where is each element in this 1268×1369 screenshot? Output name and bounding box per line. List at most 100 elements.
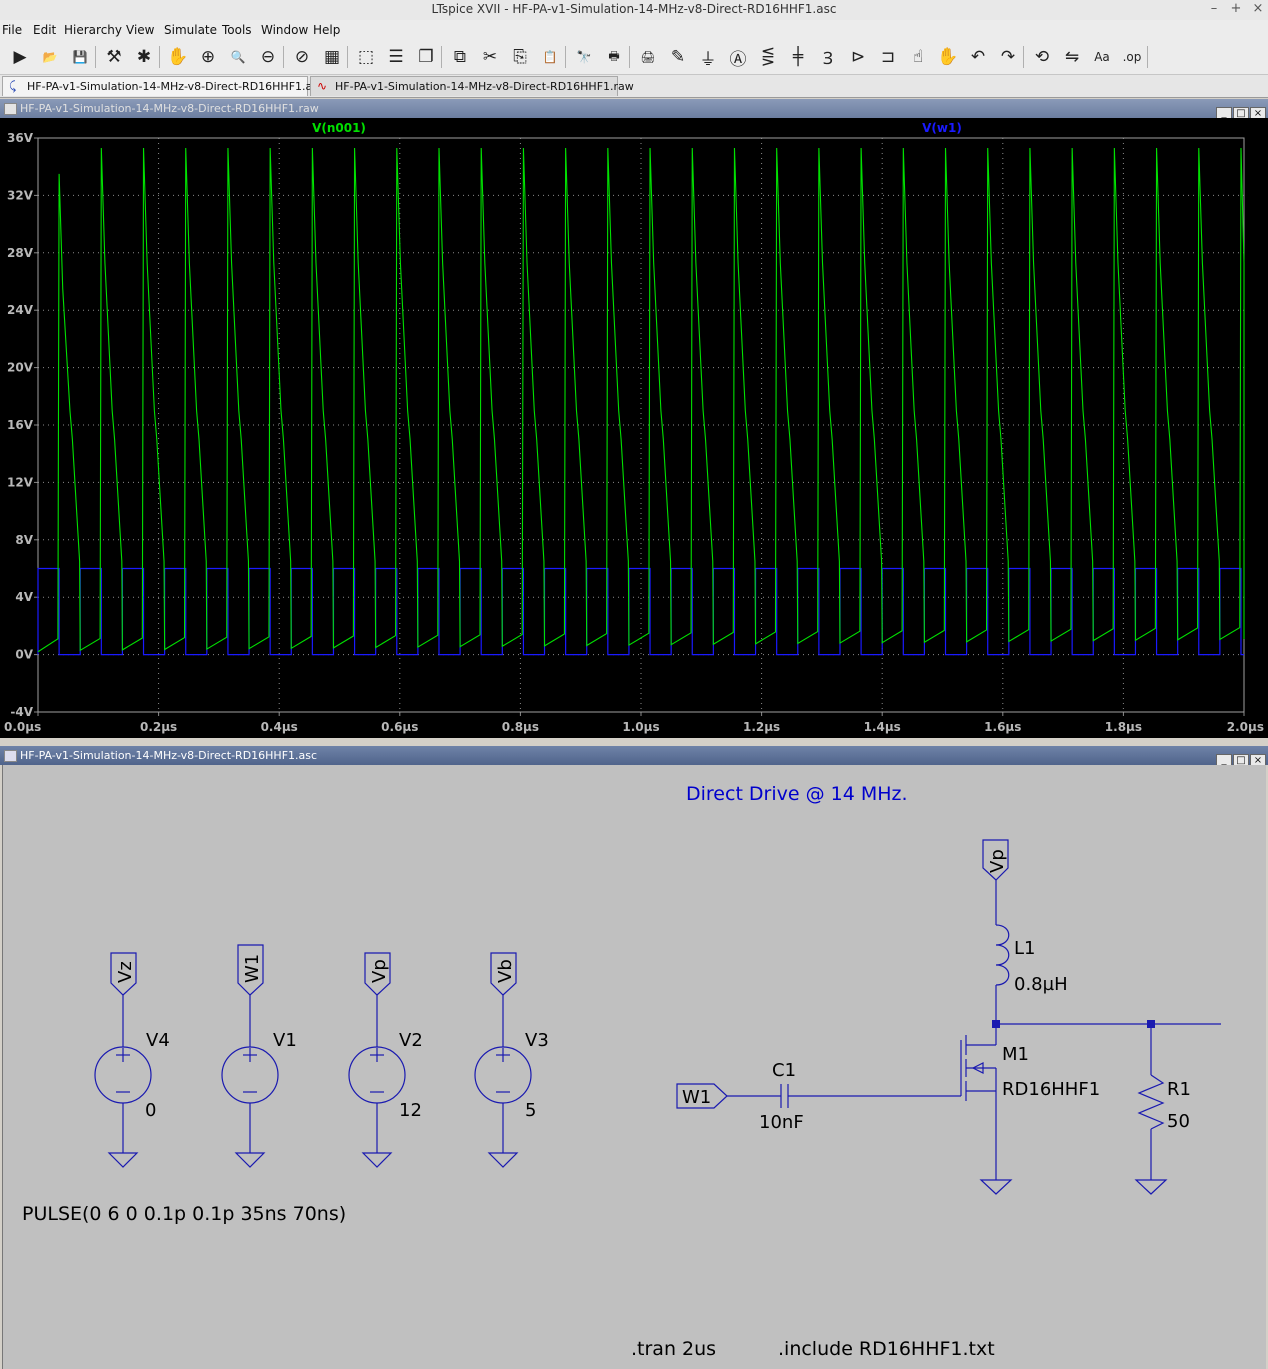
r1-ref: R1 [1167,1079,1191,1100]
pulse-spec-text[interactable]: PULSE(0 6 0 0.1p 0.1p 35ns 70ns) [22,1203,346,1225]
menu-window[interactable]: Window [261,23,308,37]
y-tick-label: 36V [7,131,34,145]
capacitor-icon[interactable]: ╪ [786,45,810,69]
maximize-button[interactable]: + [1228,1,1244,16]
menu-view[interactable]: View [126,23,154,37]
resistor-icon[interactable]: ⋚ [756,45,780,69]
x-tick-label: 1.4µs [864,720,901,734]
tab-waveform[interactable]: ∿ HF-PA-v1-Simulation-14-MHz-v8-Direct-R… [310,76,634,96]
autorange-icon[interactable]: ▦ [320,45,344,69]
component-icon[interactable]: ⊐ [876,45,900,69]
y-tick-label: 12V [7,475,34,489]
app-title: LTspice XVII - HF-PA-v1-Simulation-14-MH… [431,2,837,16]
y-tick-label: 8V [15,533,33,547]
menu-tools[interactable]: Tools [222,23,252,37]
zoom-cancel-icon[interactable]: ⊘ [290,45,314,69]
plot-window-titlebar[interactable]: HF-PA-v1-Simulation-14-MHz-v8-Direct-RD1… [0,99,1268,122]
include-directive[interactable]: .include RD16HHF1.txt [778,1338,995,1360]
zoom-out-icon[interactable]: ⊖ [256,45,280,69]
app-title-bar: LTspice XVII - HF-PA-v1-Simulation-14-MH… [0,0,1268,21]
tab-schematic[interactable]: ⤹ HF-PA-v1-Simulation-14-MHz-v8-Direct-R… [2,76,324,96]
v4-value: 0 [145,1100,156,1121]
label-net-icon[interactable]: Ⓐ [726,45,750,70]
schematic-canvas[interactable]: Vz W1 Vp Vb Vp W1 V4 0 V1 V2 12 V3 5 C1 … [2,765,1266,1369]
drag-icon[interactable]: ✋ [936,45,960,69]
cascade-icon[interactable]: ❐ [414,45,438,69]
run-icon[interactable]: ▶ [8,45,32,69]
zoom-in-icon[interactable]: ⊕ [196,45,220,69]
x-tick-label: 0.8µs [502,720,539,734]
net-label-vp-text: Vp [369,959,390,983]
net-label-vb-text: Vb [495,959,516,983]
rotate-icon[interactable]: ⟲ [1030,45,1054,69]
x-tick-label: 1.6µs [984,720,1021,734]
copy-icon[interactable]: ⎘ [508,45,532,69]
v2-ref: V2 [399,1030,423,1051]
move-icon[interactable]: ☝ [906,45,930,69]
x-tick-label: 0.4µs [261,720,298,734]
v3-value: 5 [525,1100,536,1121]
spice-directive-icon[interactable]: .op [1120,45,1144,69]
diode-icon[interactable]: ⊳ [846,45,870,69]
voltage-source-v2[interactable] [348,952,406,1168]
tran-directive[interactable]: .tran 2us [631,1338,716,1360]
capacitor-c1[interactable] [780,1084,789,1108]
mark-icon[interactable]: ⬚ [354,45,378,69]
redo-icon[interactable]: ↷ [996,45,1020,69]
junction-dot-output [1147,1020,1155,1028]
tile-horizontal-icon[interactable]: ☰ [384,45,408,69]
tile-vertical-icon[interactable]: ⧉ [448,45,472,69]
text-icon[interactable]: Aa [1090,45,1114,69]
waveform-chart[interactable]: 36V 32V 28V 24V 20V 16V 12V 8V 4V 0V -4V 0.0µs 0.2µ… [0,118,1268,738]
save-icon[interactable]: 💾 [68,45,92,69]
menu-help[interactable]: Help [313,23,340,37]
print-preview-icon[interactable]: 🖶 [602,45,626,69]
menu-hierarchy[interactable]: Hierarchy [64,23,122,37]
halt-icon[interactable]: ✱ [132,45,156,69]
resistor-r1[interactable] [1134,1024,1168,1195]
undo-icon[interactable]: ↶ [966,45,990,69]
menu-file[interactable]: File [2,23,22,37]
y-tick-label: 24V [7,303,34,317]
menu-bar: File Edit Hierarchy View Simulate Tools … [0,20,1268,40]
legend-series-w1[interactable]: V(w1) [922,121,962,135]
c1-ref: C1 [772,1060,796,1081]
minimize-button[interactable]: – [1206,1,1222,16]
waveform-plot-pane[interactable]: 36V 32V 28V 24V 20V 16V 12V 8V 4V 0V -4V 0.0µs 0.2µ… [0,118,1268,738]
plot-grid [34,137,1245,716]
toolbar-separator [95,46,96,68]
x-tick-label: 1.8µs [1105,720,1142,734]
mirror-icon[interactable]: ⇋ [1060,45,1084,69]
x-tick-label: 0.6µs [381,720,418,734]
x-tick-labels: 0.0µs 0.2µs 0.4µs 0.6µs 0.8µs 1.0µs 1.2µs 1.4µs… [4,720,1264,734]
inductor-icon[interactable]: Ɜ [816,45,840,69]
inductor-l1[interactable] [995,924,1010,986]
schematic-window-titlebar[interactable]: HF-PA-v1-Simulation-14-MHz-v8-Direct-RD1… [0,746,1268,769]
draw-wire-icon[interactable]: ✎ [666,45,690,69]
paste-icon[interactable]: 📋 [538,45,562,69]
control-panel-icon[interactable]: ⚒ [102,45,126,69]
legend-series-n001[interactable]: V(n001) [312,121,366,135]
schematic-drawing[interactable]: Vz W1 Vp Vb Vp W1 V4 0 V1 V2 12 V3 5 C1 … [3,765,1266,1369]
toolbar-separator [283,46,284,68]
v3-ref: V3 [525,1030,549,1051]
window-divider[interactable] [0,738,1268,746]
voltage-source-v3[interactable] [474,952,532,1168]
pan-icon[interactable]: ✋ [166,45,190,69]
toolbar-separator [347,46,348,68]
print-icon[interactable]: 🖨 [636,45,660,69]
ground-icon[interactable]: ⏚ [696,45,720,70]
document-tab-bar: ⤹ HF-PA-v1-Simulation-14-MHz-v8-Direct-R… [0,75,1268,98]
open-icon[interactable]: 📂 [38,45,62,69]
close-button[interactable]: × [1250,1,1266,16]
toolbar-separator [159,46,160,68]
y-tick-label: 20V [7,361,34,375]
cut-icon[interactable]: ✂ [478,45,502,69]
zoom-area-icon[interactable]: 🔍 [226,45,250,69]
voltage-source-v4[interactable] [94,952,152,1168]
find-icon[interactable]: 🔭 [572,45,596,69]
m1-value: RD16HHF1 [1002,1079,1100,1100]
menu-edit[interactable]: Edit [33,23,56,37]
menu-simulate[interactable]: Simulate [164,23,217,37]
schematic-comment[interactable]: Direct Drive @ 14 MHz. [686,783,908,805]
